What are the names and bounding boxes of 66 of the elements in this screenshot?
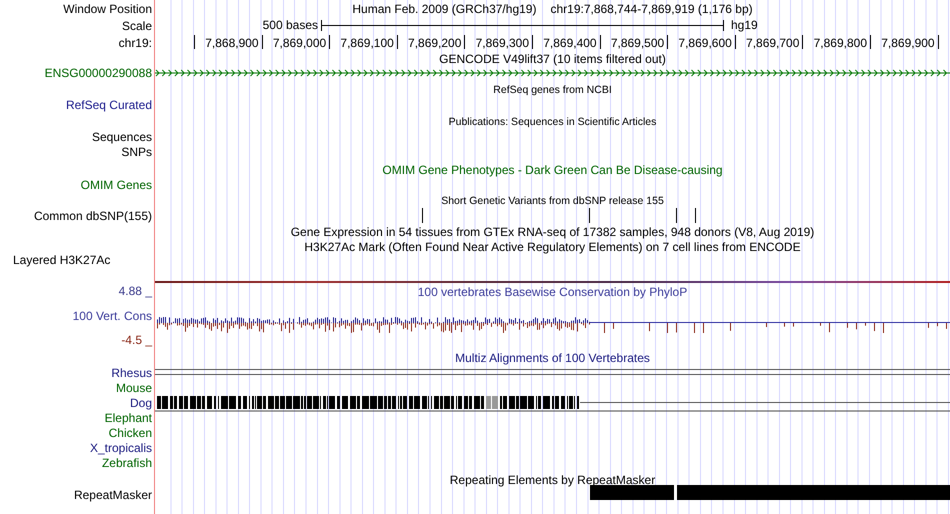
- chromosome-label: chr19:: [118, 36, 152, 48]
- track-label: Sequences: [92, 130, 152, 142]
- position-text: chr19:7,868,744-7,869,919 (1,176 bp): [550, 2, 753, 14]
- track-title: H3K27Ac Mark (Often Found Near Active Regulatory Elements) on 7 cell lines from ENCODE: [304, 240, 801, 252]
- species-label: Zebrafish: [102, 456, 152, 468]
- ruler-tick: [262, 35, 263, 49]
- axis-label: -4.5 _: [121, 334, 152, 346]
- axis-label: 4.88 _: [118, 285, 152, 297]
- track-label: RepeatMasker: [74, 488, 152, 500]
- assembly-text: Human Feb. 2009 (GRCh37/hg19): [352, 2, 536, 14]
- ruler-tick: [464, 35, 466, 49]
- track-title: 100 vertebrates Basewise Conservation by PhyloP: [418, 286, 688, 298]
- repeat-block[interactable]: [677, 485, 950, 500]
- track-label: RefSeq Curated: [66, 98, 152, 110]
- track-title: Publications: Sequences in Scientific Articles: [448, 116, 656, 128]
- track-label: SNPs: [121, 146, 152, 158]
- track-label: Common dbSNP(155): [34, 210, 152, 222]
- assembly-name: hg19: [731, 19, 758, 31]
- ruler-position: 7,869,900: [881, 37, 935, 49]
- axis-label: 100 Vert. Cons: [72, 310, 152, 322]
- track-title: Repeating Elements by RepeatMasker: [450, 474, 656, 486]
- ruler-position: 7,869,800: [814, 37, 867, 49]
- ruler-tick: [734, 35, 736, 49]
- gene-label[interactable]: ENSG00000290088: [44, 67, 152, 79]
- ruler-position: 7,869,200: [408, 37, 462, 49]
- ruler-tick: [870, 35, 871, 49]
- species-label: Rhesus: [111, 366, 152, 378]
- ruler-position: 7,869,500: [610, 37, 664, 49]
- ruler-tick: [600, 35, 601, 49]
- scale-length: 500 bases: [262, 19, 318, 31]
- track-title: RefSeq genes from NCBI: [493, 84, 612, 96]
- track-label: Window Position: [63, 2, 152, 14]
- track-label: Layered H3K27Ac: [13, 254, 110, 266]
- variant-mark[interactable]: [676, 208, 677, 223]
- species-label: Elephant: [104, 412, 152, 424]
- track-title: Multiz Alignments of 100 Vertebrates: [455, 352, 650, 364]
- ruler-tick: [194, 35, 195, 49]
- variant-mark[interactable]: [422, 208, 423, 223]
- species-label: Chicken: [108, 426, 152, 438]
- track-title: OMIM Gene Phenotypes - Dark Green Can Be Disease-causing: [382, 164, 723, 176]
- species-label: Mouse: [116, 382, 152, 394]
- ruler-position: 7,869,000: [272, 37, 326, 49]
- ruler-position: 7,868,900: [205, 37, 259, 49]
- ruler-position: 7,869,400: [543, 37, 597, 49]
- track-title: Short Genetic Variants from dbSNP release 155: [441, 196, 664, 206]
- track-label: OMIM Genes: [80, 178, 152, 190]
- ruler-tick: [667, 35, 668, 49]
- ruler-position: 7,869,600: [678, 37, 732, 49]
- ruler-tick: [396, 35, 398, 49]
- ruler-tick: [802, 35, 804, 49]
- ruler-tick: [938, 35, 939, 49]
- gene-strand-drawing[interactable]: [155, 67, 950, 79]
- species-label: Dog: [130, 396, 152, 408]
- ruler-position: 7,869,700: [746, 37, 800, 49]
- ruler-tick: [532, 35, 533, 49]
- track-title: Gene Expression in 54 tissues from GTEx RNA-seq of 17382 samples, 948 donors (V8, Aug 2019): [290, 226, 814, 238]
- variant-mark[interactable]: [589, 208, 590, 223]
- species-label: X_tropicalis: [90, 442, 152, 454]
- variant-mark[interactable]: [695, 208, 696, 223]
- ruler-position: 7,869,100: [340, 37, 394, 49]
- ruler-tick: [329, 35, 330, 49]
- repeat-block[interactable]: [590, 485, 674, 500]
- track-title: GENCODE V49lift37 (10 items filtered out): [439, 52, 666, 64]
- track-label: Scale: [122, 20, 152, 32]
- ruler-position: 7,869,300: [476, 37, 529, 49]
- scale-bar-icon: [321, 19, 724, 32]
